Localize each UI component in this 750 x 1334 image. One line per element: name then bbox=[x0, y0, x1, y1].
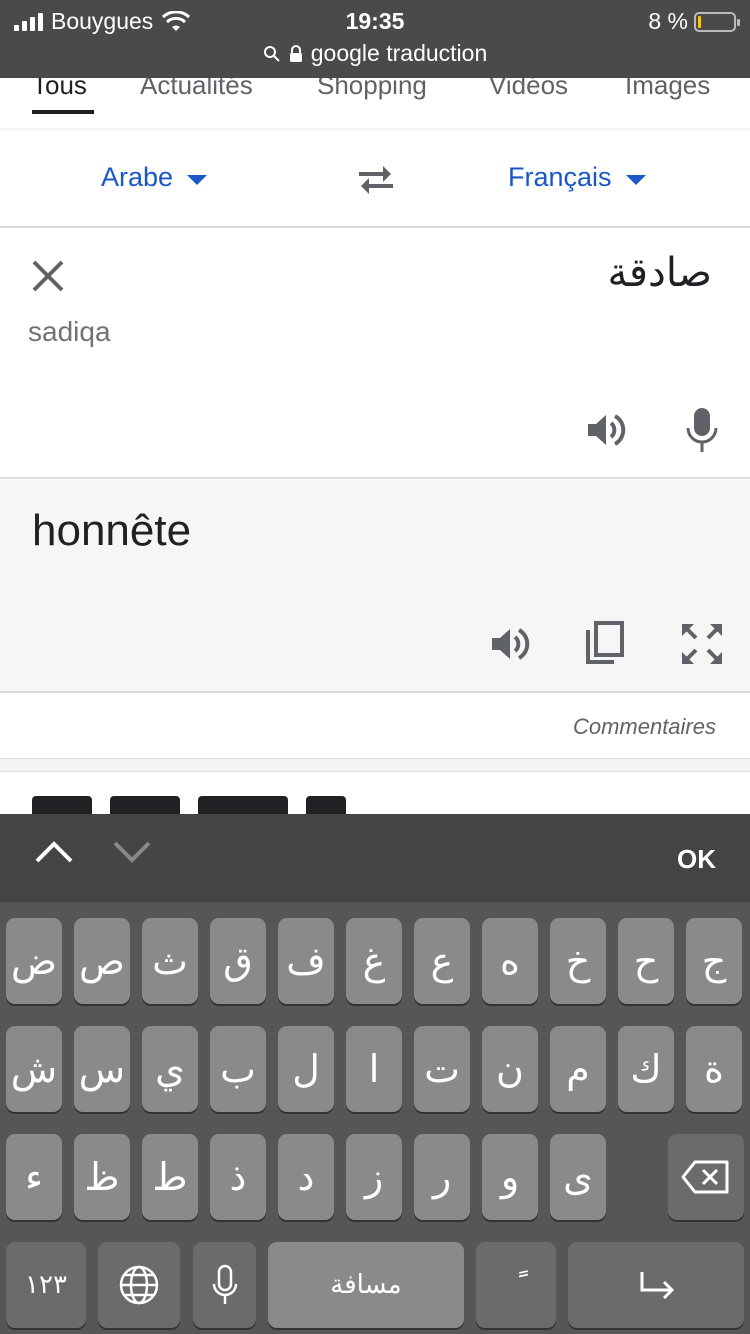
key-row3-3[interactable]: ط bbox=[142, 1134, 198, 1220]
arabic-keyboard: ضصثقفغعهخحج شسيبلاتنمكة ءظطذدزروى ١٢٣ مس… bbox=[0, 902, 750, 1334]
fullscreen-icon[interactable] bbox=[680, 622, 724, 666]
key-row2-3[interactable]: ي bbox=[142, 1026, 198, 1112]
numbers-key[interactable]: ١٢٣ bbox=[6, 1242, 86, 1328]
key-row3-8[interactable]: و bbox=[482, 1134, 538, 1220]
clock: 19:35 bbox=[345, 8, 405, 34]
key-row1-5[interactable]: ف bbox=[278, 918, 334, 1004]
key-row3-5[interactable]: د bbox=[278, 1134, 334, 1220]
done-button[interactable]: OK bbox=[677, 844, 716, 875]
key-row1-9[interactable]: خ bbox=[550, 918, 606, 1004]
key-row1-2[interactable]: ص bbox=[74, 918, 130, 1004]
tab-videos[interactable]: Vidéos bbox=[489, 78, 568, 101]
globe-icon bbox=[119, 1265, 159, 1305]
microphone-icon bbox=[212, 1264, 237, 1304]
translation-text: honnête bbox=[32, 506, 192, 555]
dropdown-arrow-icon bbox=[625, 174, 646, 185]
battery-info: 8 % bbox=[648, 8, 740, 35]
search-icon bbox=[263, 45, 280, 62]
key-row2-1[interactable]: ش bbox=[6, 1026, 62, 1112]
key-row1-1[interactable]: ض bbox=[6, 918, 62, 1004]
key-row2-2[interactable]: س bbox=[74, 1026, 130, 1112]
return-key[interactable] bbox=[568, 1242, 744, 1328]
space-key[interactable]: مسافة bbox=[268, 1242, 464, 1328]
key-row2-8[interactable]: ن bbox=[482, 1026, 538, 1112]
key-row3-4[interactable]: ذ bbox=[210, 1134, 266, 1220]
chevron-down-icon[interactable] bbox=[112, 840, 152, 864]
clear-text-icon[interactable] bbox=[30, 258, 66, 294]
return-icon bbox=[640, 1272, 675, 1300]
search-tabs: Tous Actualités Shopping Vidéos Images bbox=[0, 78, 750, 130]
source-language-label: Arabe bbox=[101, 162, 174, 192]
key-row1-6[interactable]: غ bbox=[346, 918, 402, 1004]
key-row2-9[interactable]: م bbox=[550, 1026, 606, 1112]
key-row3-6[interactable]: ز bbox=[346, 1134, 402, 1220]
feedback-row: Commentaires bbox=[0, 694, 750, 758]
battery-icon bbox=[694, 11, 740, 32]
translation-panel: honnête bbox=[0, 480, 750, 693]
chevron-up-icon[interactable] bbox=[34, 840, 74, 864]
key-row2-6[interactable]: ا bbox=[346, 1026, 402, 1112]
key-row2-7[interactable]: ت bbox=[414, 1026, 470, 1112]
speaker-icon[interactable] bbox=[488, 622, 532, 666]
transliteration: sadiqa bbox=[28, 316, 111, 347]
key-row3-1[interactable]: ء bbox=[6, 1134, 62, 1220]
key-row1-10[interactable]: ح bbox=[618, 918, 674, 1004]
key-row1-11[interactable]: ج bbox=[686, 918, 742, 1004]
target-language-label: Français bbox=[508, 162, 612, 192]
backspace-key[interactable] bbox=[668, 1134, 744, 1220]
globe-key[interactable] bbox=[98, 1242, 180, 1328]
battery-level bbox=[698, 15, 701, 28]
target-language-button[interactable]: Français bbox=[508, 162, 646, 193]
source-input-panel[interactable]: صادقة sadiqa bbox=[0, 228, 750, 479]
source-text[interactable]: صادقة bbox=[607, 250, 712, 296]
key-row3-2[interactable]: ظ bbox=[74, 1134, 130, 1220]
speaker-icon[interactable] bbox=[584, 408, 628, 452]
feedback-link[interactable]: Commentaires bbox=[573, 714, 716, 740]
tab-shopping[interactable]: Shopping bbox=[317, 78, 427, 101]
key-row3-9[interactable]: ى bbox=[550, 1134, 606, 1220]
copy-icon[interactable] bbox=[584, 620, 626, 666]
key-row1-7[interactable]: ع bbox=[414, 918, 470, 1004]
key-row2-10[interactable]: ك bbox=[618, 1026, 674, 1112]
section-divider bbox=[0, 758, 750, 772]
dropdown-arrow-icon bbox=[187, 174, 208, 185]
key-row3-7[interactable]: ر bbox=[414, 1134, 470, 1220]
microphone-icon[interactable] bbox=[684, 406, 720, 454]
swap-languages-icon[interactable] bbox=[355, 162, 397, 196]
key-row1-3[interactable]: ث bbox=[142, 918, 198, 1004]
key-row1-4[interactable]: ق bbox=[210, 918, 266, 1004]
active-tab-indicator bbox=[32, 110, 94, 114]
dictation-key[interactable] bbox=[193, 1242, 256, 1328]
key-row2-4[interactable]: ب bbox=[210, 1026, 266, 1112]
tab-images[interactable]: Images bbox=[625, 78, 710, 101]
tab-all[interactable]: Tous bbox=[32, 78, 87, 101]
tab-news[interactable]: Actualités bbox=[140, 78, 253, 101]
lock-icon bbox=[289, 44, 302, 62]
key-row2-5[interactable]: ل bbox=[278, 1026, 334, 1112]
language-selector: Arabe Français bbox=[0, 132, 750, 228]
url-text: google traduction bbox=[310, 40, 488, 66]
keyboard-accessory-bar: OK bbox=[0, 814, 750, 902]
backspace-icon bbox=[681, 1160, 729, 1194]
key-row1-8[interactable]: ه bbox=[482, 918, 538, 1004]
status-bar: Bouygues 19:35 8 % google traduction bbox=[0, 0, 750, 78]
source-language-button[interactable]: Arabe bbox=[101, 162, 208, 193]
key-row2-11[interactable]: ة bbox=[686, 1026, 742, 1112]
truncated-heading bbox=[32, 796, 452, 816]
address-bar[interactable]: google traduction bbox=[0, 40, 750, 67]
diacritics-key[interactable]: ًَ bbox=[476, 1242, 556, 1328]
battery-percent: 8 % bbox=[648, 8, 688, 34]
